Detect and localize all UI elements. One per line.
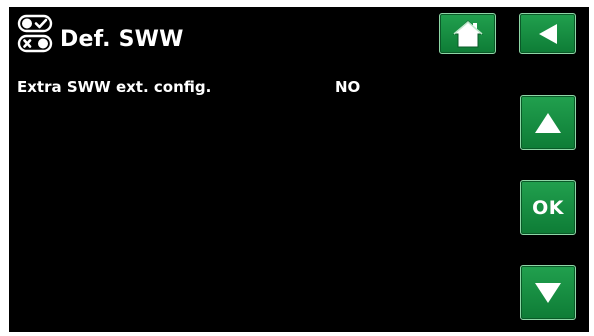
down-arrow-icon [535, 282, 561, 303]
home-icon [452, 19, 483, 47]
setting-label: Extra SWW ext. config. [17, 78, 212, 96]
ok-button-label: OK [532, 196, 564, 219]
toggle-switches-icon [17, 13, 53, 53]
up-arrow-icon [535, 112, 561, 133]
back-arrow-icon [538, 23, 557, 44]
home-button[interactable] [439, 13, 496, 54]
display-screen: Def. SWW Extra SWW ext. config. NO OK [9, 7, 589, 332]
setting-value: NO [335, 78, 361, 96]
ok-button[interactable]: OK [520, 180, 576, 235]
back-button[interactable] [519, 13, 576, 54]
up-button[interactable] [520, 95, 576, 150]
page-title: Def. SWW [60, 27, 184, 52]
setting-row-extra-sww-ext-config[interactable]: Extra SWW ext. config. NO [17, 77, 497, 101]
down-button[interactable] [520, 265, 576, 320]
header-bar: Def. SWW [9, 7, 589, 69]
